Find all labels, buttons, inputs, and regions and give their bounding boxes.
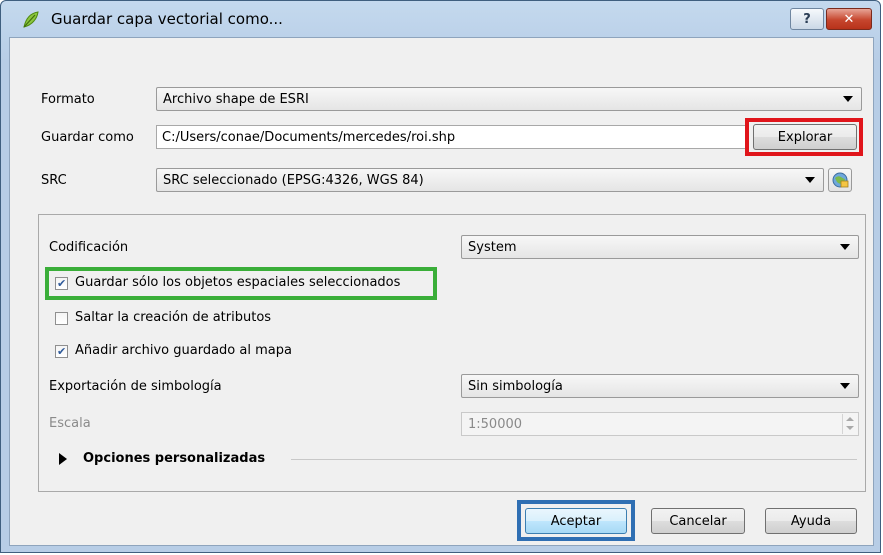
- title-bar: Guardar capa vectorial como... ? ✕: [1, 1, 880, 37]
- save-vector-layer-dialog: Guardar capa vectorial como... ? ✕ Forma…: [0, 0, 881, 553]
- cancel-button[interactable]: Cancelar: [651, 508, 745, 534]
- question-icon: ?: [803, 11, 811, 27]
- expand-arrow-icon[interactable]: [59, 453, 67, 465]
- chevron-down-icon: [840, 244, 850, 250]
- crs-select[interactable]: SRC seleccionado (EPSG:4326, WGS 84): [156, 168, 824, 192]
- help-label: Ayuda: [790, 513, 832, 529]
- chevron-down-icon: [805, 177, 815, 183]
- format-select[interactable]: Archivo shape de ESRI: [156, 87, 862, 111]
- chevron-down-icon: [843, 96, 853, 102]
- symbology-label: Exportación de simbología: [49, 379, 222, 394]
- cancel-label: Cancelar: [669, 513, 727, 529]
- save-as-input[interactable]: C:/Users/conae/Documents/mercedes/roi.sh…: [156, 125, 746, 149]
- accept-button[interactable]: Aceptar: [525, 508, 627, 534]
- symbology-select[interactable]: Sin simbología: [461, 374, 859, 398]
- scale-label: Escala: [49, 416, 91, 431]
- skip-attributes-checkbox[interactable]: [55, 312, 68, 325]
- globe-icon: [832, 172, 849, 188]
- accept-label: Aceptar: [550, 513, 602, 529]
- scale-spinner[interactable]: [842, 414, 857, 434]
- format-value: Archivo shape de ESRI: [163, 91, 309, 107]
- add-to-map-checkbox[interactable]: ✔: [55, 345, 68, 358]
- custom-options-label[interactable]: Opciones personalizadas: [83, 451, 265, 466]
- symbology-value: Sin simbología: [468, 378, 563, 394]
- options-panel: Codificación System ✔ Guardar sólo los o…: [38, 214, 866, 492]
- spin-up-icon: [846, 417, 854, 421]
- close-icon: ✕: [843, 11, 855, 27]
- chevron-down-icon: [840, 383, 850, 389]
- crs-value: SRC seleccionado (EPSG:4326, WGS 84): [163, 172, 424, 188]
- help-title-button[interactable]: ?: [790, 8, 824, 30]
- save-as-value: C:/Users/conae/Documents/mercedes/roi.sh…: [162, 129, 456, 145]
- format-label: Formato: [41, 92, 95, 107]
- browse-button[interactable]: Explorar: [753, 124, 857, 150]
- save-selected-label[interactable]: Guardar sólo los objetos espaciales sele…: [75, 275, 400, 290]
- help-button[interactable]: Ayuda: [765, 508, 857, 534]
- browse-label: Explorar: [777, 129, 833, 145]
- encoding-label: Codificación: [49, 240, 129, 255]
- section-divider: [291, 459, 857, 460]
- spin-down-icon: [846, 426, 854, 430]
- dialog-body: Formato Archivo shape de ESRI Guardar co…: [9, 37, 874, 546]
- check-icon: ✔: [57, 345, 67, 358]
- crs-label: SRC: [41, 173, 67, 188]
- encoding-value: System: [468, 239, 517, 255]
- add-to-map-label[interactable]: Añadir archivo guardado al mapa: [75, 343, 292, 358]
- scale-input[interactable]: 1:50000: [461, 412, 859, 436]
- encoding-select[interactable]: System: [461, 235, 859, 259]
- qgis-leaf-icon: [23, 11, 39, 28]
- save-selected-checkbox[interactable]: ✔: [55, 277, 68, 290]
- close-button[interactable]: ✕: [826, 8, 872, 30]
- save-as-label: Guardar como: [41, 130, 134, 145]
- window-title: Guardar capa vectorial como...: [51, 10, 283, 28]
- check-icon: ✔: [57, 277, 67, 290]
- skip-attributes-label[interactable]: Saltar la creación de atributos: [75, 310, 271, 325]
- crs-selector-button[interactable]: [828, 168, 852, 192]
- scale-value: 1:50000: [468, 416, 523, 432]
